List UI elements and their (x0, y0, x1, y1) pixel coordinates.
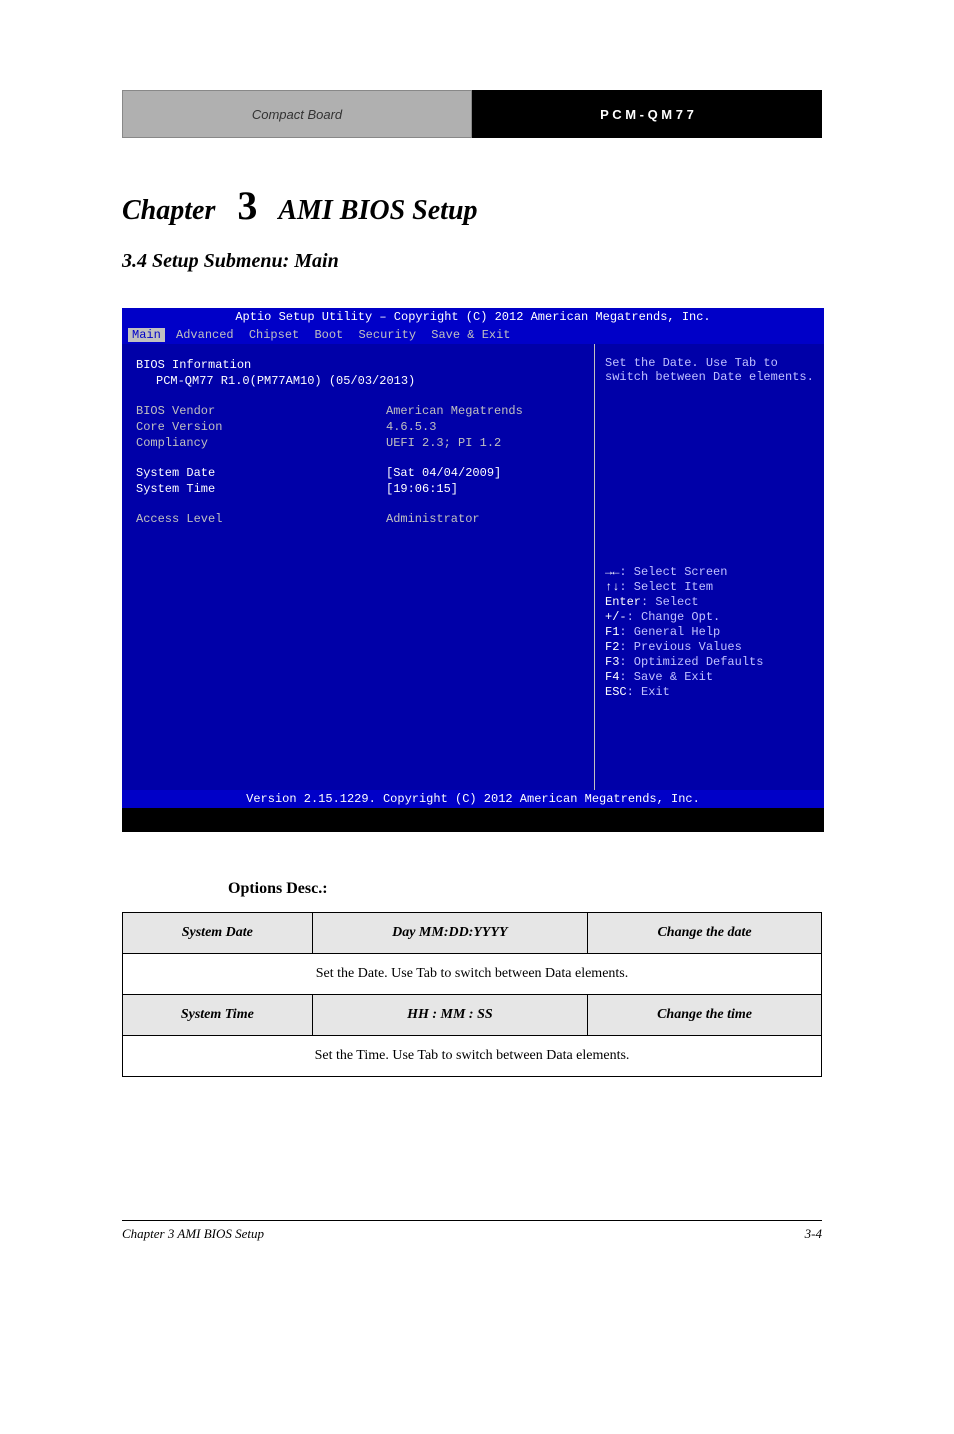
system-date-row[interactable]: System Date[Sat 04/04/2009] (136, 466, 580, 480)
label: Access Level (136, 512, 386, 526)
banner-left: Compact Board (122, 90, 472, 138)
footer-right: 3-4 (805, 1226, 822, 1242)
options-desc: Options Desc.: (228, 880, 328, 898)
table-row: Set the Time. Use Tab to switch between … (123, 1036, 822, 1077)
cell: System Time (123, 995, 313, 1036)
bios-screenshot: Aptio Setup Utility – Copyright (C) 2012… (122, 308, 824, 832)
options-table: System Date Day MM:DD:YYYY Change the da… (122, 912, 822, 1077)
chapter-heading: Chapter 3 AMI BIOS Setup (122, 182, 478, 229)
label: System Time (136, 482, 386, 496)
key-line: ESC: Exit (605, 685, 763, 699)
key-line: ↑↓: Select Item (605, 580, 763, 594)
value: [19:06:15] (386, 482, 458, 496)
tab-security[interactable]: Security (354, 328, 420, 342)
header-banner: Compact Board P C M - Q M 7 7 (122, 90, 822, 138)
cell: System Date (123, 913, 313, 954)
tab-main[interactable]: Main (128, 328, 165, 342)
value: Administrator (386, 512, 480, 526)
table-row: Set the Date. Use Tab to switch between … (123, 954, 822, 995)
chapter-number: 3 (222, 182, 272, 229)
bios-footer: Version 2.15.1229. Copyright (C) 2012 Am… (122, 790, 824, 808)
key-line: →←: Select Screen (605, 565, 763, 579)
bios-main-panel: BIOS Information PCM-QM77 R1.0(PM77AM10)… (122, 344, 594, 790)
bios-info-title: BIOS Information (136, 358, 580, 372)
cell: Set the Time. Use Tab to switch between … (123, 1036, 822, 1077)
label: BIOS Vendor (136, 404, 386, 418)
bios-header: Aptio Setup Utility – Copyright (C) 2012… (122, 308, 824, 326)
key-line: F1: General Help (605, 625, 763, 639)
banner-right: P C M - Q M 7 7 (472, 90, 822, 138)
help-line: switch between Date elements. (605, 370, 814, 384)
key-line: F4: Save & Exit (605, 670, 763, 684)
tab-chipset[interactable]: Chipset (245, 328, 303, 342)
key-line: F2: Previous Values (605, 640, 763, 654)
bios-help-panel: Set the Date. Use Tab to switch between … (594, 344, 824, 790)
value: 4.6.5.3 (386, 420, 436, 434)
tab-advanced[interactable]: Advanced (172, 328, 238, 342)
bios-row: BIOS VendorAmerican Megatrends (136, 404, 580, 418)
value: [Sat 04/04/2009] (386, 466, 501, 480)
label: Core Version (136, 420, 386, 434)
cell: Set the Date. Use Tab to switch between … (123, 954, 822, 995)
cell: HH : MM : SS (312, 995, 587, 1036)
tab-boot[interactable]: Boot (310, 328, 347, 342)
key-help: →←: Select Screen ↑↓: Select Item Enter:… (605, 564, 763, 700)
table-row: System Date Day MM:DD:YYYY Change the da… (123, 913, 822, 954)
cell: Change the time (588, 995, 822, 1036)
bios-row: Core Version4.6.5.3 (136, 420, 580, 434)
value: UEFI 2.3; PI 1.2 (386, 436, 501, 450)
key-line: Enter: Select (605, 595, 763, 609)
footer-left: Chapter 3 AMI BIOS Setup (122, 1226, 264, 1242)
chapter-prefix: Chapter (122, 195, 215, 226)
cell: Change the date (588, 913, 822, 954)
bios-tabs: Main Advanced Chipset Boot Security Save… (122, 326, 824, 344)
label: Compliancy (136, 436, 386, 450)
page-footer: Chapter 3 AMI BIOS Setup 3-4 (122, 1226, 822, 1242)
value: American Megatrends (386, 404, 523, 418)
bios-body: BIOS Information PCM-QM77 R1.0(PM77AM10)… (122, 344, 824, 790)
key-line: +/-: Change Opt. (605, 610, 763, 624)
bios-row: CompliancyUEFI 2.3; PI 1.2 (136, 436, 580, 450)
help-line: Set the Date. Use Tab to (605, 356, 814, 370)
system-time-row[interactable]: System Time[19:06:15] (136, 482, 580, 496)
cell: Day MM:DD:YYYY (312, 913, 587, 954)
tab-save-exit[interactable]: Save & Exit (427, 328, 514, 342)
footer-divider (122, 1220, 822, 1221)
key-line: F3: Optimized Defaults (605, 655, 763, 669)
label: System Date (136, 466, 386, 480)
section-title: 3.4 Setup Submenu: Main (122, 250, 339, 273)
chapter-title: AMI BIOS Setup (278, 195, 477, 226)
bios-board: PCM-QM77 R1.0(PM77AM10) (05/03/2013) (136, 374, 580, 388)
table-row: System Time HH : MM : SS Change the time (123, 995, 822, 1036)
access-level-row: Access LevelAdministrator (136, 512, 580, 526)
